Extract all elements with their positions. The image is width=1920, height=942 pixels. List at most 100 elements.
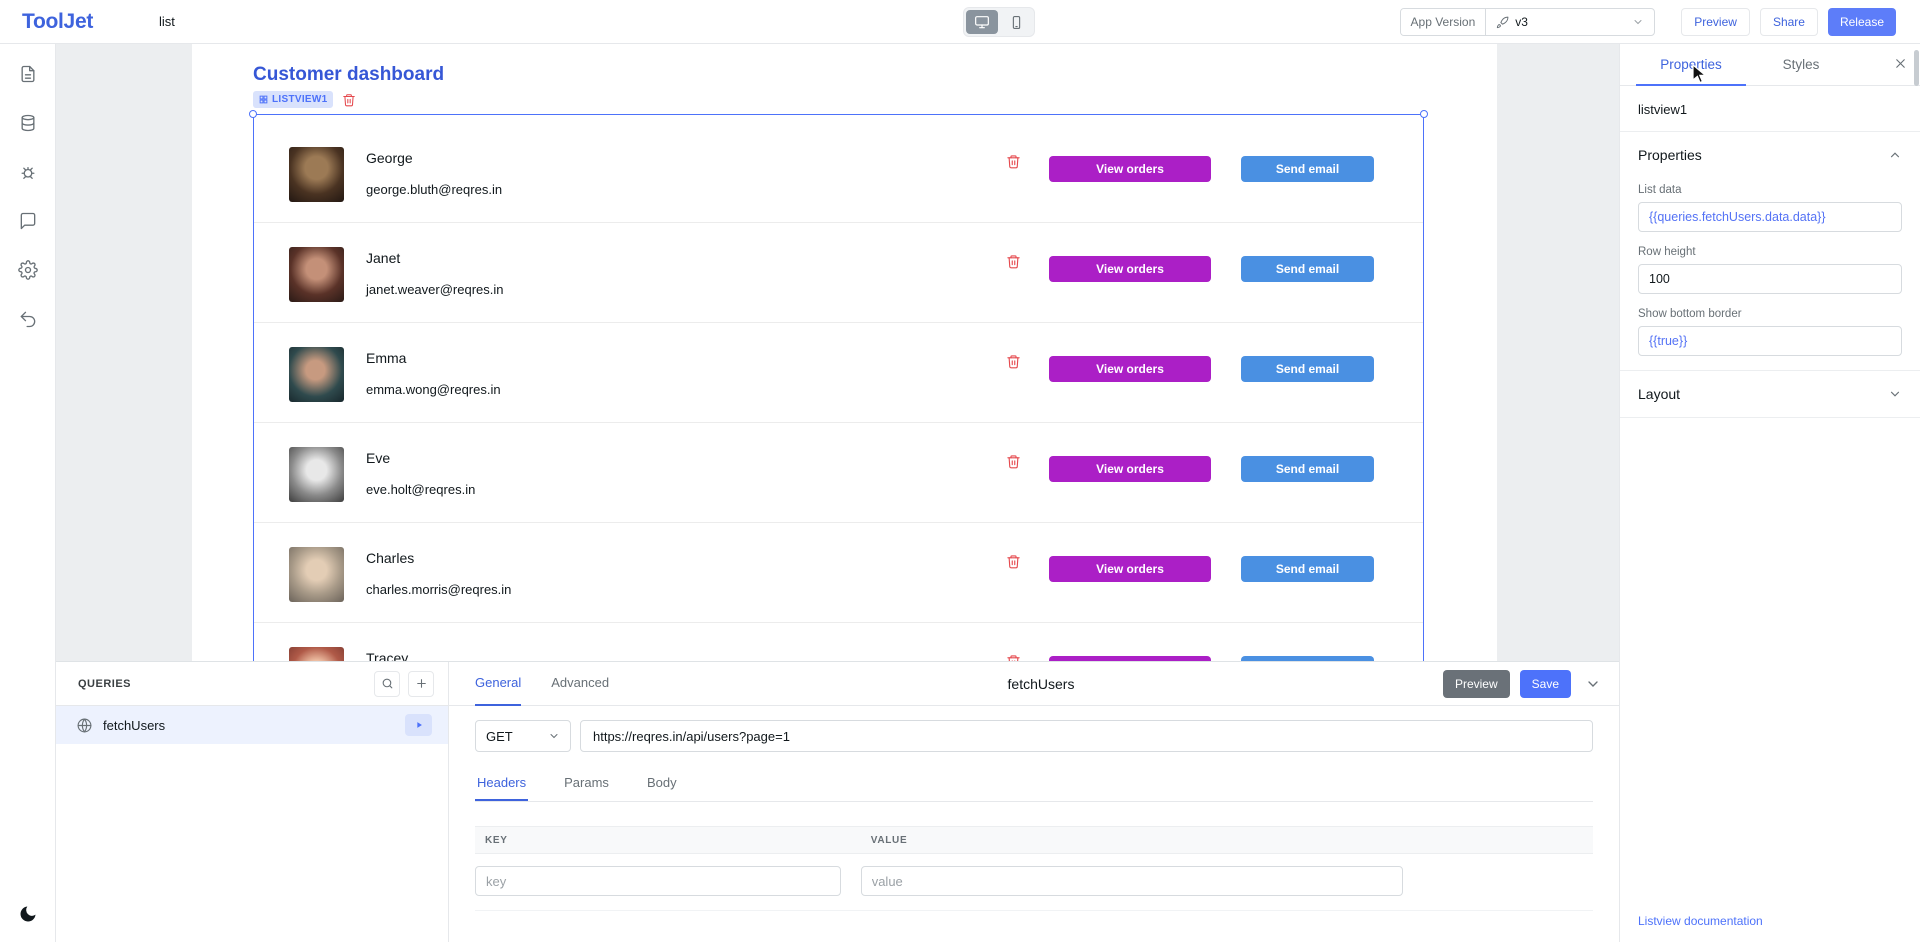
- query-list-item[interactable]: fetchUsers: [56, 706, 448, 744]
- row-height-input[interactable]: 100: [1638, 264, 1902, 294]
- search-query-button[interactable]: [374, 671, 400, 697]
- mobile-toggle-button[interactable]: [1000, 10, 1032, 34]
- value-column-header: VALUE: [861, 835, 1593, 846]
- chevron-down-icon: [548, 730, 560, 742]
- database-icon[interactable]: [10, 105, 46, 141]
- query-panel: QUERIES fetchUsers: [56, 661, 1619, 942]
- view-orders-button[interactable]: View orders: [1049, 156, 1211, 182]
- customer-email: janet.weaver@reqres.in: [366, 282, 503, 297]
- list-item: Eve eve.holt@reqres.in View orders Send …: [254, 423, 1423, 523]
- close-icon[interactable]: [1893, 56, 1908, 71]
- send-email-button[interactable]: Send email: [1241, 556, 1374, 582]
- send-email-button[interactable]: Send email: [1241, 356, 1374, 382]
- tooljet-logo: ToolJet: [22, 10, 93, 34]
- delete-row-icon[interactable]: [1006, 354, 1021, 369]
- send-email-button[interactable]: Send email: [1241, 456, 1374, 482]
- customer-name: Janet: [366, 250, 400, 266]
- chevron-up-icon: [1888, 148, 1902, 162]
- pages-icon[interactable]: [10, 56, 46, 92]
- headers-table: KEY VALUE: [475, 826, 1593, 911]
- version-value: v3: [1515, 15, 1528, 29]
- comments-icon[interactable]: [10, 203, 46, 239]
- listview-documentation-link[interactable]: Listview documentation: [1638, 914, 1763, 928]
- share-button[interactable]: Share: [1760, 8, 1818, 36]
- view-orders-button[interactable]: View orders: [1049, 556, 1211, 582]
- preview-button[interactable]: Preview: [1681, 8, 1750, 36]
- app-version-label: App Version: [1401, 9, 1487, 35]
- header-value-input[interactable]: [861, 866, 1403, 896]
- show-bottom-border-input[interactable]: {{true}}: [1638, 326, 1902, 356]
- tab-styles[interactable]: Styles: [1746, 44, 1856, 86]
- app-name: list: [159, 14, 175, 29]
- chevron-down-icon: [1888, 387, 1902, 401]
- customer-avatar: [289, 247, 344, 302]
- list-item: George george.bluth@reqres.in View order…: [254, 123, 1423, 223]
- query-save-button[interactable]: Save: [1520, 670, 1571, 698]
- field-label: Show bottom border: [1638, 308, 1902, 320]
- view-orders-button[interactable]: View orders: [1049, 256, 1211, 282]
- undo-icon[interactable]: [10, 301, 46, 337]
- list-item: Janet janet.weaver@reqres.in View orders…: [254, 223, 1423, 323]
- run-query-button[interactable]: [405, 714, 432, 736]
- query-name: fetchUsers: [103, 718, 395, 733]
- scrollbar-thumb[interactable]: [1914, 50, 1919, 86]
- header-key-input[interactable]: [475, 866, 841, 896]
- tab-advanced[interactable]: Advanced: [551, 662, 609, 706]
- listview-widget[interactable]: George george.bluth@reqres.in View order…: [253, 114, 1424, 714]
- customer-avatar: [289, 347, 344, 402]
- delete-row-icon[interactable]: [1006, 254, 1021, 269]
- settings-icon[interactable]: [10, 252, 46, 288]
- inspector-tabs: Properties Styles: [1620, 44, 1920, 86]
- view-orders-button[interactable]: View orders: [1049, 356, 1211, 382]
- delete-row-icon[interactable]: [1006, 454, 1021, 469]
- method-select[interactable]: GET: [475, 720, 571, 752]
- query-editor-body: GET Headers Params Body KEY VALUE: [449, 706, 1619, 911]
- delete-row-icon[interactable]: [1006, 154, 1021, 169]
- customer-email: emma.wong@reqres.in: [366, 382, 501, 397]
- customer-avatar: [289, 147, 344, 202]
- customer-avatar: [289, 447, 344, 502]
- headers-table-head: KEY VALUE: [475, 826, 1593, 854]
- customer-avatar: [289, 547, 344, 602]
- widget-badge: LISTVIEW1: [253, 91, 333, 108]
- app-header: ToolJet list App Version v3: [0, 0, 1920, 44]
- customer-email: charles.morris@reqres.in: [366, 582, 511, 597]
- layout-section-header[interactable]: Layout: [1620, 371, 1920, 417]
- add-query-button[interactable]: [408, 671, 434, 697]
- queries-title: QUERIES: [78, 678, 131, 690]
- widget-toolbar: LISTVIEW1: [253, 91, 356, 108]
- properties-fields: List data {{queries.fetchUsers.data.data…: [1620, 184, 1920, 370]
- listview-rows: George george.bluth@reqres.in View order…: [254, 115, 1423, 723]
- header-actions: App Version v3 Preview Share Release: [1400, 8, 1896, 36]
- debugger-icon[interactable]: [10, 154, 46, 190]
- query-preview-button[interactable]: Preview: [1443, 670, 1510, 698]
- moon-icon[interactable]: [0, 904, 56, 924]
- query-list-panel: QUERIES fetchUsers: [56, 662, 449, 942]
- delete-widget-icon[interactable]: [342, 93, 356, 107]
- desktop-toggle-button[interactable]: [966, 10, 998, 34]
- properties-section-header[interactable]: Properties: [1620, 132, 1920, 178]
- tab-headers[interactable]: Headers: [475, 764, 528, 801]
- tab-body[interactable]: Body: [645, 764, 679, 801]
- key-column-header: KEY: [475, 835, 861, 846]
- tab-params[interactable]: Params: [562, 764, 611, 801]
- send-email-button[interactable]: Send email: [1241, 256, 1374, 282]
- list-data-input[interactable]: {{queries.fetchUsers.data.data}}: [1638, 202, 1902, 232]
- resize-handle[interactable]: [1420, 110, 1428, 118]
- resize-handle[interactable]: [249, 110, 257, 118]
- delete-row-icon[interactable]: [1006, 554, 1021, 569]
- version-select[interactable]: v3: [1486, 15, 1654, 29]
- selected-widget-name: listview1: [1620, 86, 1920, 132]
- query-list-header: QUERIES: [56, 662, 448, 706]
- headers-table-row: [475, 854, 1593, 911]
- page-title[interactable]: Customer dashboard: [253, 64, 444, 86]
- tab-properties[interactable]: Properties: [1636, 44, 1746, 86]
- send-email-button[interactable]: Send email: [1241, 156, 1374, 182]
- view-orders-button[interactable]: View orders: [1049, 456, 1211, 482]
- search-icon: [381, 677, 394, 690]
- collapse-panel-icon[interactable]: [1585, 676, 1601, 692]
- customer-name: Charles: [366, 550, 414, 566]
- tab-general[interactable]: General: [475, 662, 521, 706]
- release-button[interactable]: Release: [1828, 8, 1896, 36]
- url-input[interactable]: [580, 720, 1593, 752]
